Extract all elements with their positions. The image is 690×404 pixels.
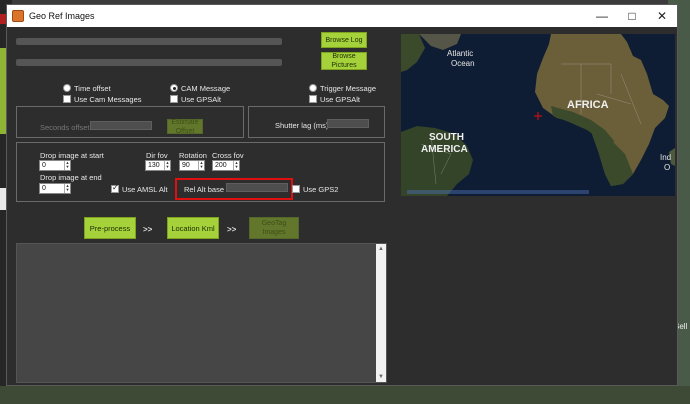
use-gpsalt-label-1: Use GPSAlt — [181, 95, 222, 104]
geo-ref-window: Geo Ref Images — □ ✕ Browse Log Browse P… — [6, 4, 678, 386]
map-label-america: AMERICA — [421, 144, 468, 155]
minimize-icon[interactable]: — — [587, 5, 617, 27]
browse-log-button[interactable]: Browse Log — [321, 32, 367, 48]
drop-start-label: Drop image at start — [40, 151, 104, 160]
flow-arrow-1: >> — [143, 225, 153, 234]
time-offset-radio[interactable] — [63, 84, 71, 92]
shutter-lag-label: Shutter lag (ms) — [275, 121, 329, 130]
time-offset-label: Time offset — [74, 84, 111, 93]
title-bar[interactable]: Geo Ref Images — □ ✕ — [7, 5, 677, 27]
map-label-o: O — [664, 163, 670, 172]
use-cam-messages-label: Use Cam Messages — [74, 95, 142, 104]
map-graphic: Atlantic Ocean AFRICA SOUTH AMERICA Ind … — [401, 34, 675, 196]
use-gpsalt-checkbox-1[interactable] — [170, 95, 178, 103]
map-label-south: SOUTH — [429, 132, 464, 143]
drop-end-label: Drop image at end — [40, 173, 102, 182]
shutter-lag-input[interactable] — [327, 119, 369, 128]
pictures-path-field[interactable] — [16, 59, 282, 66]
drop-start-stepper[interactable]: 0 ▲ ▼ — [39, 160, 71, 171]
drop-end-stepper[interactable]: 0 ▲ ▼ — [39, 183, 71, 194]
geotag-images-button[interactable]: GeoTag Images — [249, 217, 299, 239]
desktop-background-bottom — [0, 386, 690, 404]
cross-fov-stepper[interactable]: 200 ▲ ▼ — [212, 160, 240, 171]
rel-alt-base-label: Rel Alt base — [184, 185, 225, 194]
use-gpsalt-label-2: Use GPSAlt — [320, 95, 361, 104]
dir-fov-label: Dir fov — [146, 151, 168, 160]
window-content: Browse Log Browse Pictures Time offset C… — [7, 27, 677, 385]
app-icon — [12, 10, 24, 22]
satellite-map[interactable]: Atlantic Ocean AFRICA SOUTH AMERICA Ind … — [401, 34, 675, 196]
use-amsl-alt-checkbox[interactable] — [111, 183, 119, 193]
cam-message-radio[interactable] — [170, 84, 178, 92]
pre-process-button[interactable]: Pre-process — [84, 217, 136, 239]
use-amsl-alt-label: Use AMSL Alt — [122, 185, 168, 194]
log-path-field[interactable] — [16, 38, 282, 45]
rel-alt-base-input[interactable] — [226, 183, 288, 192]
cross-fov-label: Cross fov — [212, 151, 244, 160]
map-label-africa: AFRICA — [567, 99, 609, 111]
map-label-ind: Ind — [660, 153, 671, 162]
maximize-icon[interactable]: □ — [617, 5, 647, 27]
use-gps2-checkbox[interactable] — [292, 185, 300, 193]
map-label-atlantic: Atlantic — [447, 49, 473, 58]
cam-message-label: CAM Message — [181, 84, 231, 93]
use-cam-messages-checkbox[interactable] — [63, 95, 71, 103]
use-gps2-label: Use GPS2 — [303, 185, 339, 194]
rotation-stepper[interactable]: 90 ▲ ▼ — [179, 160, 205, 171]
dir-fov-stepper[interactable]: 130 ▲ ▼ — [145, 160, 171, 171]
browse-pictures-button[interactable]: Browse Pictures — [321, 52, 367, 70]
map-label-ocean: Ocean — [451, 59, 475, 68]
trigger-message-label: Trigger Message — [320, 84, 376, 93]
rotation-label: Rotation — [179, 151, 207, 160]
trigger-message-radio[interactable] — [309, 84, 317, 92]
use-gpsalt-checkbox-2[interactable] — [309, 95, 317, 103]
seconds-offset-label: Seconds offset — [40, 123, 90, 132]
location-kml-button[interactable]: Location Kml — [167, 217, 219, 239]
log-scrollbar[interactable]: ▲ ▼ — [376, 244, 386, 382]
seconds-offset-input[interactable] — [90, 121, 152, 130]
window-title: Geo Ref Images — [29, 11, 95, 21]
estimate-offset-button[interactable]: Estimate Offset — [167, 119, 203, 135]
close-icon[interactable]: ✕ — [647, 5, 677, 27]
flow-arrow-2: >> — [227, 225, 237, 234]
log-textarea[interactable]: ▲ ▼ — [16, 243, 387, 383]
